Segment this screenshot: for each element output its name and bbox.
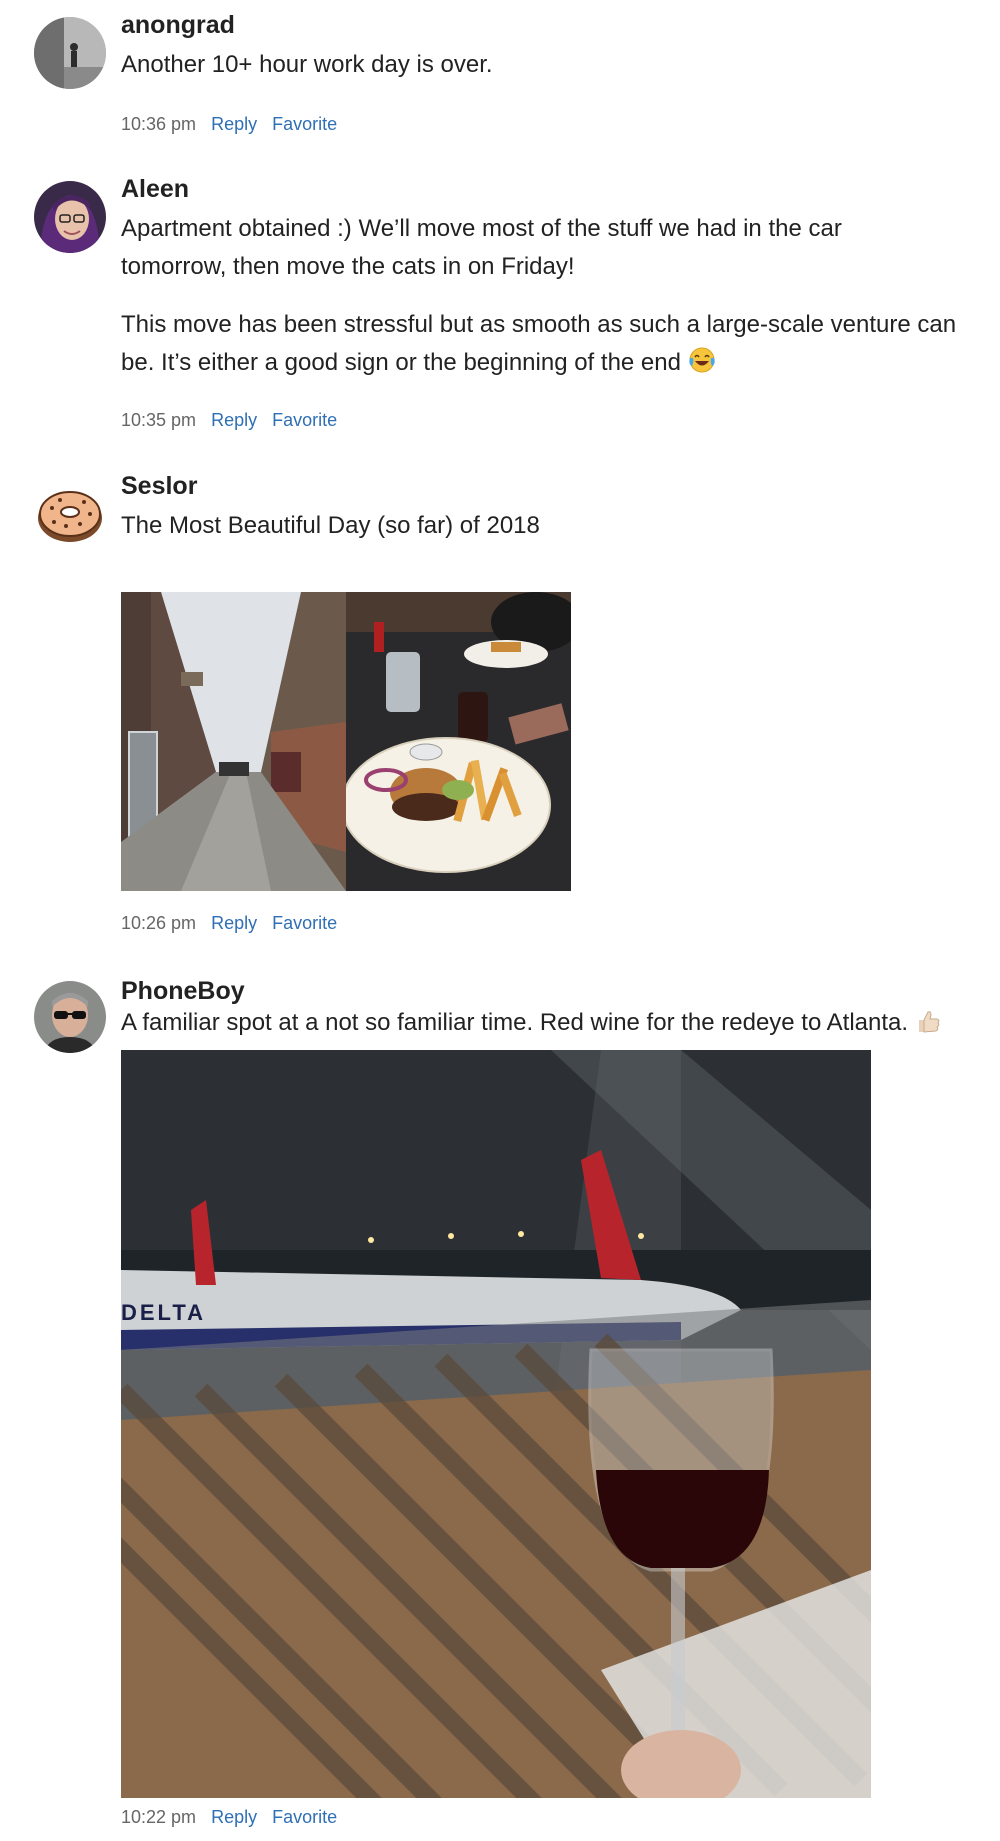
avatar[interactable]	[34, 17, 106, 89]
favorite-link[interactable]: Favorite	[272, 114, 337, 134]
avatar[interactable]	[34, 478, 106, 550]
post-meta: 10:36 pm Reply Favorite	[121, 112, 337, 136]
avatar[interactable]	[34, 981, 106, 1053]
avatar[interactable]	[34, 181, 106, 253]
burger-fries-photo[interactable]	[346, 592, 571, 891]
username[interactable]: PhoneBoy	[121, 976, 971, 1006]
timestamp[interactable]: 10:36 pm	[121, 114, 196, 134]
post-text-line: This move has been stressful but as smoo…	[121, 311, 957, 338]
timestamp[interactable]: 10:22 pm	[121, 1807, 196, 1827]
alley-photo[interactable]	[121, 592, 346, 891]
username[interactable]: Aleen	[121, 174, 971, 204]
post-text: Another 10+ hour work day is over.	[121, 51, 493, 78]
reply-link[interactable]: Reply	[211, 913, 257, 933]
post-meta: 10:35 pm Reply Favorite	[121, 408, 337, 432]
reply-link[interactable]: Reply	[211, 410, 257, 430]
post-meta: 10:26 pm Reply Favorite	[121, 911, 337, 935]
favorite-link[interactable]: Favorite	[272, 913, 337, 933]
username[interactable]: Seslor	[121, 471, 971, 501]
tears-of-joy-icon	[688, 346, 716, 386]
reply-link[interactable]: Reply	[211, 1807, 257, 1827]
post-text-fragment: be. It’s either a good sign or the begin…	[121, 349, 681, 376]
timestamp[interactable]: 10:26 pm	[121, 913, 196, 933]
airport-wine-photo[interactable]: DELTA	[121, 1050, 871, 1798]
post-text: A familiar spot at a not so familiar tim…	[121, 1004, 971, 1046]
post-text-line: tomorrow, then move the cats in on Frida…	[121, 253, 575, 280]
post-text-line: Apartment obtained :) We’ll move most of…	[121, 215, 842, 242]
post-meta: 10:22 pm Reply Favorite	[121, 1805, 337, 1829]
thumbs-up-icon	[915, 1008, 941, 1046]
favorite-link[interactable]: Favorite	[272, 1807, 337, 1827]
timestamp[interactable]: 10:35 pm	[121, 410, 196, 430]
post-text-fragment: A familiar spot at a not so familiar tim…	[121, 1009, 909, 1036]
post-text-line: be. It’s either a good sign or the begin…	[121, 344, 971, 386]
favorite-link[interactable]: Favorite	[272, 410, 337, 430]
username[interactable]: anongrad	[121, 10, 971, 40]
post-text: The Most Beautiful Day (so far) of 2018	[121, 512, 540, 539]
reply-link[interactable]: Reply	[211, 114, 257, 134]
delta-text: DELTA	[121, 1300, 206, 1325]
